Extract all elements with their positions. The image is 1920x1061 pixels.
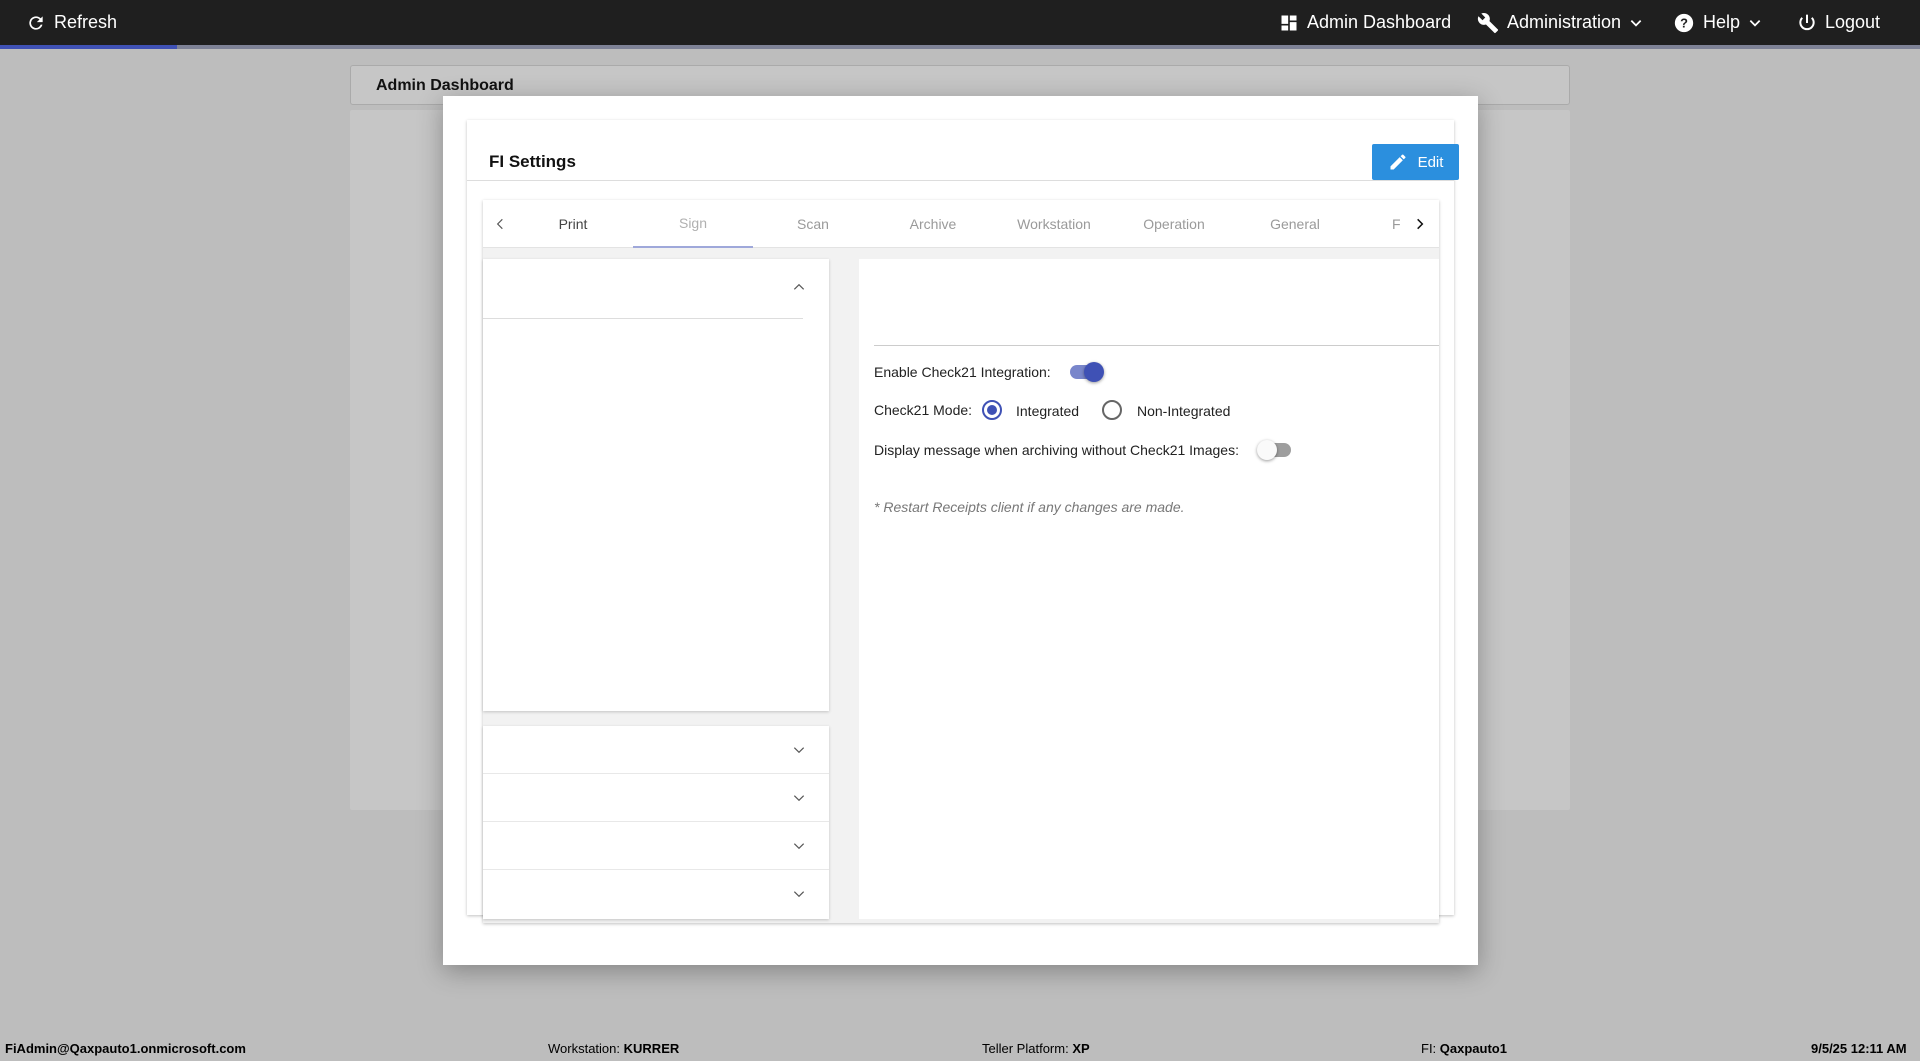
- chevron-down-icon: [789, 884, 809, 904]
- refresh-button[interactable]: Refresh: [26, 0, 117, 45]
- wrench-icon: [1477, 12, 1499, 34]
- status-datetime: 9/5/25 12:11 AM: [1811, 1041, 1907, 1056]
- help-menu[interactable]: ? Help: [1673, 0, 1762, 45]
- loading-progress-bar: [0, 45, 177, 49]
- chevron-down-icon: [789, 836, 809, 856]
- page-title: Admin Dashboard: [376, 77, 514, 94]
- tab-print[interactable]: Print: [513, 200, 633, 248]
- refresh-icon: [26, 13, 46, 33]
- collapsed-panel-4[interactable]: [483, 870, 829, 918]
- status-teller-platform: Teller Platform: XP: [982, 1041, 1090, 1056]
- chevron-down-icon: [789, 788, 809, 808]
- svg-text:?: ?: [1680, 15, 1688, 30]
- tab-archive[interactable]: Archive: [873, 200, 993, 248]
- collapsed-panels: [483, 726, 829, 919]
- power-icon: [1797, 13, 1817, 33]
- chevron-down-icon: [789, 740, 809, 760]
- display-message-label: Display message when archiving without C…: [874, 442, 1239, 458]
- non-integrated-radio[interactable]: [1102, 400, 1122, 420]
- logout-button[interactable]: Logout: [1797, 0, 1880, 45]
- status-bar: FiAdmin@Qaxpauto1.onmicrosoft.com Workst…: [0, 1036, 1920, 1061]
- chevron-down-icon: [1748, 16, 1762, 30]
- edit-button[interactable]: Edit: [1372, 144, 1459, 180]
- collapsed-panel-2[interactable]: [483, 774, 829, 822]
- fi-settings-dialog: FI Settings Edit Print Sign Scan Archive…: [443, 96, 1478, 965]
- chevron-right-icon: [1413, 217, 1427, 231]
- pencil-icon: [1388, 152, 1408, 172]
- admin-dashboard-button[interactable]: Admin Dashboard: [1279, 0, 1451, 45]
- admin-dashboard-label: Admin Dashboard: [1307, 12, 1452, 32]
- non-integrated-radio-label[interactable]: Non-Integrated: [1137, 403, 1230, 419]
- enable-check21-toggle[interactable]: [1068, 362, 1104, 382]
- tab-sign[interactable]: Sign: [633, 200, 753, 248]
- help-label: Help: [1703, 12, 1741, 32]
- integrated-radio-label[interactable]: Integrated: [1016, 403, 1079, 419]
- administration-menu[interactable]: Administration: [1477, 0, 1643, 45]
- fi-settings-card: FI Settings Edit Print Sign Scan Archive…: [467, 120, 1459, 923]
- loading-track: [0, 45, 1920, 49]
- tab-scan[interactable]: Scan: [753, 200, 873, 248]
- collapsed-panel-1[interactable]: [483, 726, 829, 774]
- display-message-toggle[interactable]: [1257, 440, 1293, 460]
- refresh-label: Refresh: [54, 12, 118, 32]
- toggle-knob: [1257, 440, 1277, 460]
- tab-operation[interactable]: Operation: [1114, 200, 1234, 248]
- expanded-panel-header[interactable]: [483, 259, 803, 319]
- enable-check21-label: Enable Check21 Integration:: [874, 364, 1051, 380]
- divider: [874, 345, 1439, 346]
- chevron-left-icon: [493, 217, 507, 231]
- status-fi: FI: Qaxpauto1: [1421, 1041, 1507, 1056]
- status-workstation: Workstation: KURRER: [548, 1041, 680, 1056]
- help-icon: ?: [1673, 12, 1695, 34]
- settings-panel: Print Sign Scan Archive Workstation Oper…: [483, 200, 1439, 923]
- status-user: FiAdmin@Qaxpauto1.onmicrosoft.com: [5, 1041, 246, 1056]
- divider: [467, 180, 1454, 181]
- toggle-knob: [1084, 362, 1104, 382]
- tab-workstation[interactable]: Workstation: [994, 200, 1114, 248]
- logout-label: Logout: [1825, 12, 1881, 32]
- chevron-up-icon[interactable]: [789, 277, 809, 297]
- settings-tabs: Print Sign Scan Archive Workstation Oper…: [483, 200, 1439, 248]
- check21-mode-label: Check21 Mode:: [874, 402, 973, 418]
- edit-label: Edit: [1417, 153, 1444, 171]
- dialog-title: FI Settings: [489, 152, 576, 171]
- top-bar: Refresh Admin Dashboard Administration ?…: [0, 0, 1920, 49]
- left-expansion-panel: [483, 259, 829, 711]
- restart-note: * Restart Receipts client if any changes…: [874, 499, 1185, 515]
- tab-scroll-right[interactable]: [1405, 200, 1435, 248]
- tab-scroll-left[interactable]: [485, 200, 515, 248]
- dashboard-icon: [1279, 13, 1299, 33]
- tab-general[interactable]: General: [1235, 200, 1355, 248]
- integrated-radio[interactable]: [982, 400, 1002, 420]
- chevron-down-icon: [1629, 16, 1643, 30]
- collapsed-panel-3[interactable]: [483, 822, 829, 870]
- administration-label: Administration: [1507, 12, 1622, 32]
- sign-settings-content: Enable Check21 Integration: Check21 Mode…: [859, 259, 1439, 919]
